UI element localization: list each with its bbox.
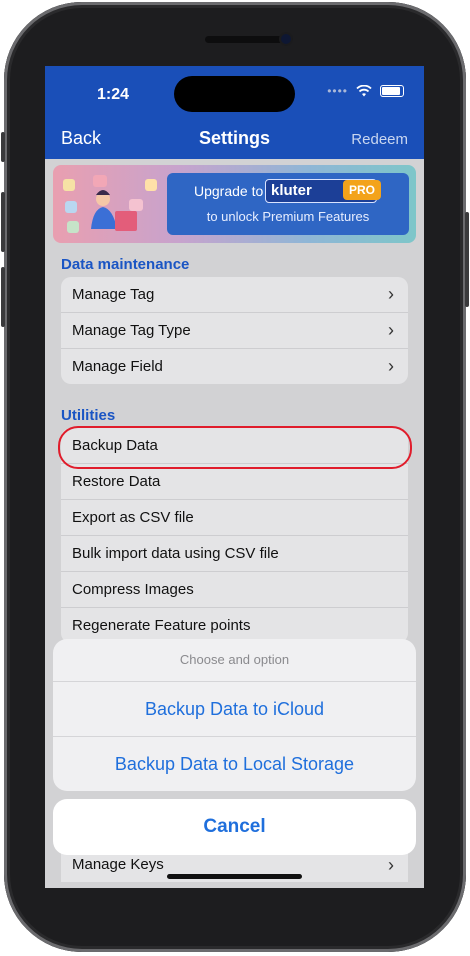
- list-item-label: Bulk import data using CSV file: [72, 545, 279, 562]
- regenerate-feature-points-item[interactable]: Regenerate Feature points: [61, 607, 408, 643]
- brand-name: kluter: [271, 182, 312, 199]
- compress-images-item[interactable]: Compress Images: [61, 571, 408, 607]
- export-csv-item[interactable]: Export as CSV file: [61, 499, 408, 535]
- manage-field-item[interactable]: Manage Field ›: [61, 348, 408, 384]
- bulk-import-item[interactable]: Bulk import data using CSV file: [61, 535, 408, 571]
- list-item-label: Compress Images: [72, 581, 194, 598]
- screen: 1:24 •••• Back Settings Redeem Upgrade t…: [45, 66, 424, 888]
- nav-bar: 1:24 •••• Back Settings Redeem: [45, 66, 424, 159]
- status-icons: ••••: [327, 84, 404, 98]
- list-item-label: Manage Tag Type: [72, 322, 191, 339]
- dynamic-island: [174, 76, 295, 112]
- pro-badge: PRO: [343, 180, 381, 200]
- chevron-right-icon: ›: [388, 356, 394, 376]
- manage-tag-item[interactable]: Manage Tag ›: [61, 277, 408, 312]
- backup-local-storage-button[interactable]: Backup Data to Local Storage: [53, 736, 416, 791]
- volume-up-button: [1, 192, 5, 252]
- list-item-label: Manage Tag: [72, 286, 155, 303]
- highlight-annotation: [58, 426, 412, 469]
- action-sheet: Choose and option Backup Data to iCloud …: [53, 639, 416, 791]
- data-maintenance-list: Manage Tag › Manage Tag Type › Manage Fi…: [61, 277, 408, 384]
- list-item-label: Export as CSV file: [72, 509, 194, 526]
- list-item-label: Restore Data: [72, 473, 161, 490]
- chevron-right-icon: ›: [388, 320, 394, 340]
- signal-icon: ••••: [327, 84, 348, 98]
- redeem-button[interactable]: Redeem: [351, 131, 408, 148]
- home-indicator: [167, 874, 302, 879]
- section-data-maintenance: Data maintenance: [61, 256, 190, 273]
- wifi-icon: [356, 85, 372, 97]
- back-button[interactable]: Back: [61, 128, 101, 149]
- list-item-label: Manage Field: [72, 358, 163, 375]
- chevron-right-icon: ›: [388, 284, 394, 304]
- upgrade-text: Upgrade to: [194, 183, 264, 199]
- list-item-label: Manage Keys: [72, 856, 164, 873]
- mute-switch: [1, 132, 5, 162]
- front-camera: [281, 34, 291, 44]
- volume-down-button: [1, 267, 5, 327]
- unlock-text: to unlock Premium Features: [206, 209, 370, 224]
- section-utilities: Utilities: [61, 407, 116, 424]
- earpiece: [205, 36, 285, 43]
- person-illustration-icon: [63, 175, 157, 233]
- upgrade-banner[interactable]: Upgrade to kluter PRO to unlock Premium …: [53, 165, 416, 243]
- list-item-label: Regenerate Feature points: [72, 617, 251, 634]
- battery-icon: [380, 85, 404, 97]
- manage-tag-type-item[interactable]: Manage Tag Type ›: [61, 312, 408, 348]
- cancel-button[interactable]: Cancel: [53, 799, 416, 855]
- action-sheet-title: Choose and option: [53, 639, 416, 682]
- status-time: 1:24: [97, 86, 130, 103]
- backup-icloud-button[interactable]: Backup Data to iCloud: [53, 682, 416, 736]
- power-button: [465, 212, 469, 307]
- upgrade-box: Upgrade to kluter PRO to unlock Premium …: [167, 173, 409, 235]
